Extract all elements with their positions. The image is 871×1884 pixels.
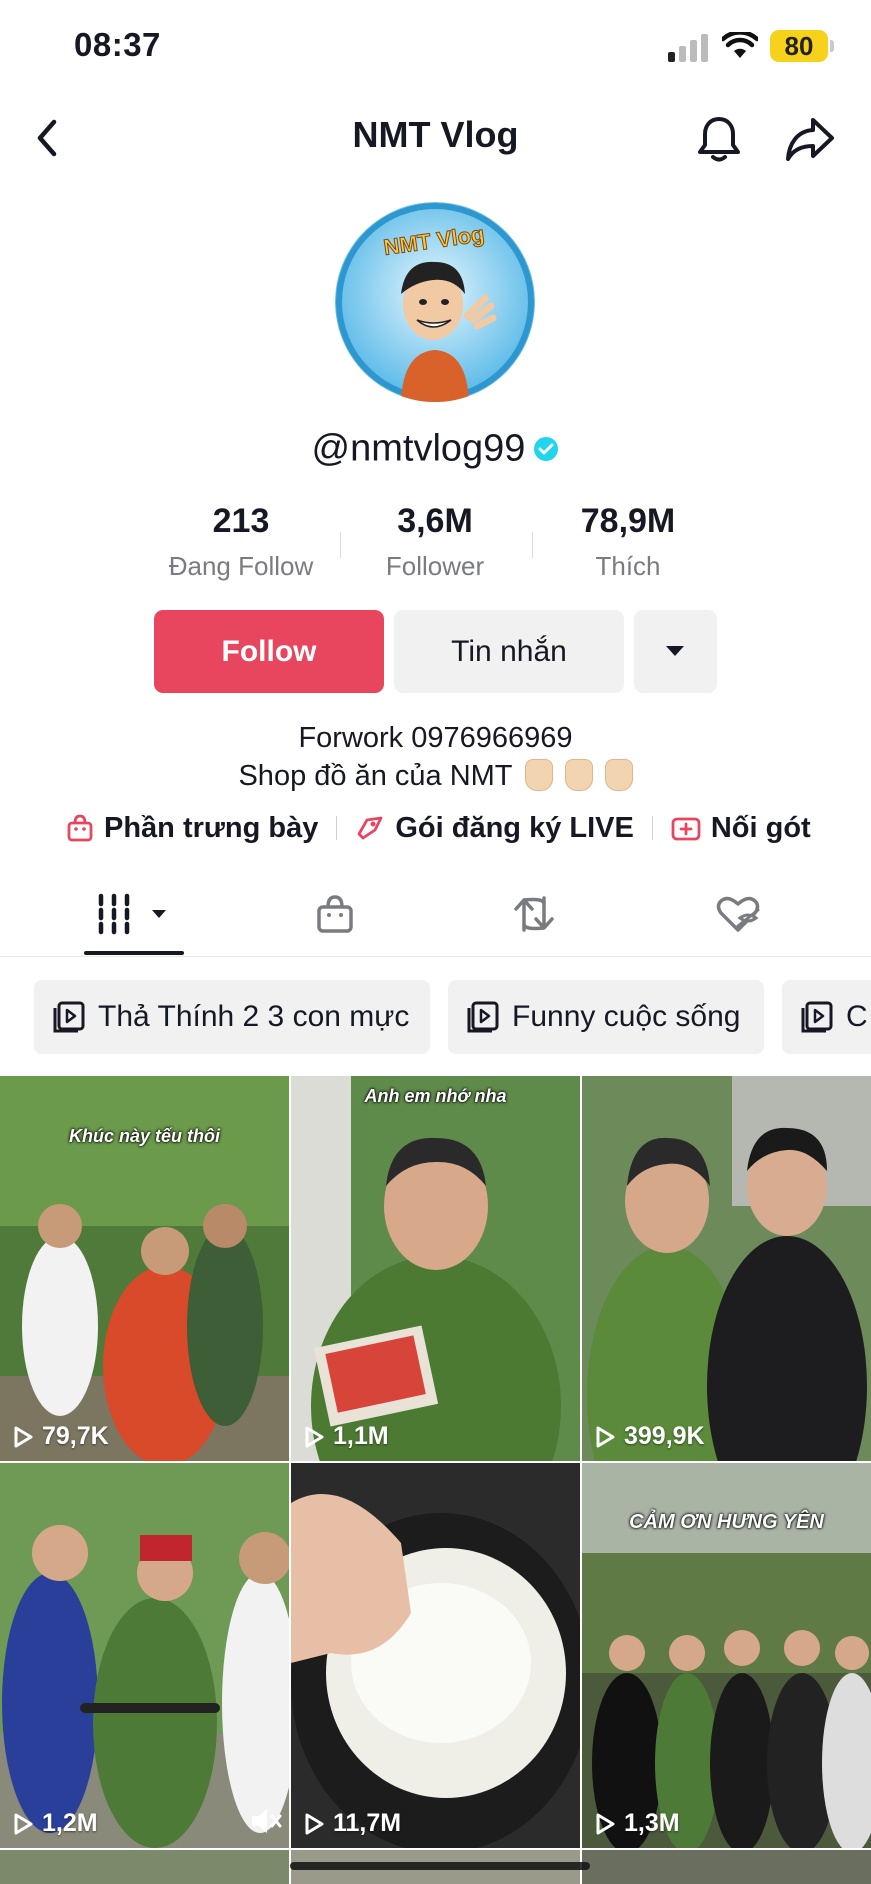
avatar-illustration: NMT Vlog (335, 202, 535, 402)
video-thumbnail[interactable]: 11,7M (291, 1463, 580, 1848)
video-thumbnail-image (291, 1076, 580, 1461)
link-divider (651, 816, 653, 840)
liked-hidden-icon (716, 896, 760, 932)
muted-icon (252, 1809, 282, 1833)
video-thumbnail[interactable]: 399,9K (582, 1076, 871, 1461)
link-duet[interactable]: Nối gót (671, 812, 811, 845)
verified-badge-icon (534, 436, 559, 461)
tab-reposts[interactable] (500, 880, 650, 950)
playlist-chip[interactable]: Thả Thính 2 3 con mực (34, 980, 430, 1054)
playlist-chip[interactable]: C (782, 980, 871, 1054)
video-caption: CẢM ƠN HƯNG YÊN (629, 1511, 824, 1533)
playlist-label: C (846, 1000, 868, 1033)
play-icon (305, 1426, 324, 1447)
view-count-value: 79,7K (42, 1422, 109, 1450)
pointing-down-emoji-icon (604, 759, 633, 791)
bio-line-row: Shop đồ ăn của NMT (0, 759, 871, 793)
profile-handle: @nmtvlog99 (311, 427, 526, 470)
video-caption: Khúc này tếu thôi (68, 1126, 220, 1146)
pointing-down-emoji-icon (564, 759, 593, 791)
play-icon (14, 1813, 33, 1834)
bell-icon[interactable] (696, 114, 742, 164)
play-icon (305, 1813, 324, 1834)
follow-button[interactable]: Follow (154, 610, 384, 693)
view-count: 11,7M (303, 1809, 401, 1838)
video-thumbnail[interactable] (0, 1850, 289, 1884)
view-count-value: 399,9K (624, 1422, 705, 1450)
pointing-down-emoji-icon (524, 759, 553, 791)
video-caption: Anh em nhớ nha (364, 1086, 507, 1106)
link-label: Nối gót (710, 811, 811, 844)
battery-tip (830, 40, 834, 52)
video-thumbnail[interactable] (582, 1850, 871, 1884)
link-label: Gói đăng ký LIVE (395, 811, 634, 844)
stat-following[interactable]: 213 Đang Follow (146, 502, 336, 582)
stat-followers-label: Follower (385, 551, 485, 581)
view-count-value: 1,2M (42, 1809, 98, 1837)
link-live-subscription[interactable]: Gói đăng ký LIVE (355, 812, 634, 845)
shop-bag-icon (67, 814, 93, 842)
message-button[interactable]: Tin nhắn (394, 610, 624, 693)
view-count-value: 1,1M (333, 1422, 389, 1450)
profile-links: Phần trưng bày Gói đăng ký LIVE Nối gót (66, 808, 811, 848)
share-icon[interactable] (784, 114, 836, 164)
bio-line: Forwork 0976966969 (298, 722, 573, 754)
stat-followers-value: 3,6M (397, 502, 473, 540)
view-count-value: 1,3M (624, 1809, 680, 1837)
view-count: 79,7K (12, 1422, 109, 1451)
status-time: 08:37 (74, 26, 161, 63)
video-thumbnail[interactable]: 1,2M (0, 1463, 289, 1848)
repost-icon (514, 896, 554, 932)
tab-liked[interactable] (700, 880, 850, 950)
playlist-icon (801, 1001, 833, 1033)
link-showcase[interactable]: Phần trưng bày (66, 812, 318, 845)
tab-shop[interactable] (300, 880, 450, 950)
playlist-icon (53, 1001, 85, 1033)
more-options-button[interactable] (634, 610, 717, 693)
wifi-icon (722, 32, 758, 58)
stat-likes[interactable]: 78,9M Thích (533, 502, 723, 582)
play-icon (596, 1813, 615, 1834)
stat-following-value: 213 (212, 502, 270, 540)
play-icon (596, 1426, 615, 1447)
grid-icon (98, 893, 166, 935)
view-count-value: 11,7M (333, 1809, 402, 1837)
video-thumbnail-image (0, 1463, 289, 1848)
link-divider (336, 816, 338, 840)
stat-likes-value: 78,9M (580, 502, 676, 540)
duet-plus-icon (671, 817, 701, 841)
stat-followers[interactable]: 3,6M Follower (340, 502, 530, 582)
stat-likes-label: Thích (595, 551, 661, 581)
avatar[interactable]: NMT Vlog (335, 202, 535, 402)
bio-line: Shop đồ ăn của NMT (238, 760, 513, 792)
caret-down-icon (666, 646, 684, 656)
shop-bag-icon (317, 895, 353, 933)
live-subscription-icon (357, 816, 383, 840)
play-icon (14, 1426, 33, 1447)
view-count: 1,1M (303, 1422, 389, 1451)
stat-following-label: Đang Follow (168, 551, 314, 581)
video-thumbnail[interactable]: CẢM ƠN HƯNG YÊN 1,3M (582, 1463, 871, 1848)
link-label: Phần trưng bày (104, 811, 319, 844)
battery-indicator: 80 (770, 30, 828, 62)
view-count: 1,3M (594, 1809, 680, 1838)
tab-videos[interactable] (84, 880, 234, 950)
active-tab-indicator (84, 951, 184, 955)
home-indicator[interactable] (290, 1862, 590, 1870)
view-count: 1,2M (12, 1809, 98, 1838)
video-thumbnail[interactable]: Khúc này tếu thôi 79,7K (0, 1076, 289, 1461)
video-thumbnail-image (582, 1076, 871, 1461)
signal-icon (668, 34, 708, 62)
profile-handle-row: @nmtvlog99 (0, 426, 871, 470)
video-thumbnail[interactable]: Anh em nhớ nha 1,1M (291, 1076, 580, 1461)
playlist-label: Thả Thính 2 3 con mực (98, 1000, 410, 1033)
playlist-icon (467, 1001, 499, 1033)
view-count: 399,9K (594, 1422, 705, 1451)
video-thumbnail-image (291, 1463, 580, 1848)
playlist-label: Funny cuộc sống (512, 1000, 741, 1033)
divider (0, 956, 871, 957)
playlist-chip[interactable]: Funny cuộc sống (448, 980, 764, 1054)
